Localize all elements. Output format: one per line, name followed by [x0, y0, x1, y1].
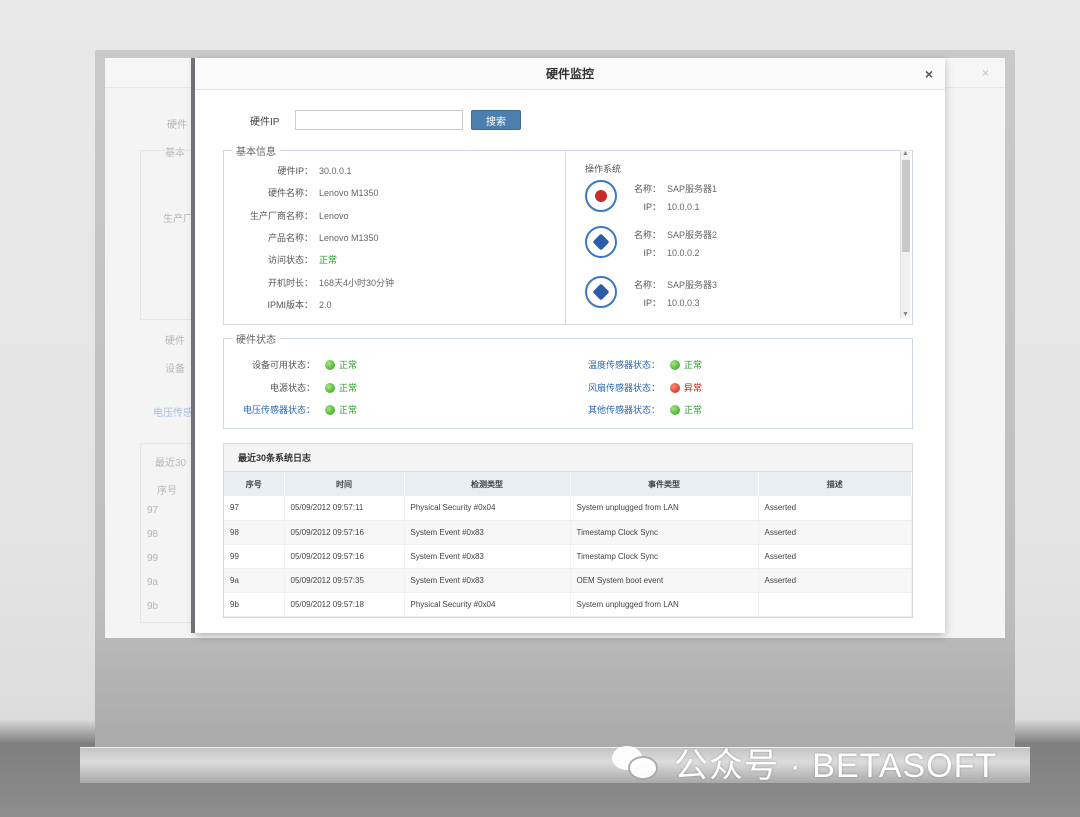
info-row-hardware-ip: 硬件IP： 30.0.0.1	[277, 166, 352, 176]
hardware-monitor-dialog: 硬件监控 × 硬件IP 搜索 基本信息 硬件IP： 30.0.0.1 硬件名称： L…	[195, 58, 945, 633]
status-power: 电源状态： 正常	[269, 382, 358, 393]
table-row[interactable]: 99 05/09/2012 09:57:16 System Event #0x83 T…	[224, 544, 912, 569]
status-voltage-sensor[interactable]: 电压传感器状态： 正常	[235, 403, 357, 416]
column-header[interactable]: 事件类型	[570, 472, 759, 496]
table-header-row: 序号 时间 检测类型 事件类型 描述	[224, 472, 912, 496]
search-row: 硬件IP 搜索	[250, 110, 521, 130]
basic-info-legend: 基本信息	[236, 147, 276, 158]
status-other-sensor[interactable]: 其他传感器状态： 正常	[580, 403, 702, 416]
status-error-icon	[670, 382, 680, 393]
scrollbar-thumb[interactable]	[902, 160, 910, 252]
info-row-vendor: 生产厂商名称： Lenovo	[249, 211, 349, 221]
os-list-item[interactable]: 名称： SAP服务器3 IP： 10.0.0.3	[585, 272, 735, 312]
info-row-hardware-name: 硬件名称： Lenovo M1350	[267, 188, 379, 198]
info-row-access-status: 访问状态： 正常	[267, 255, 338, 265]
column-header[interactable]: 描述	[758, 472, 912, 496]
background-fieldset	[140, 150, 200, 320]
wechat-icon	[612, 744, 660, 782]
redhat-icon	[585, 180, 617, 212]
windows-icon	[585, 226, 617, 258]
system-log-title: 最近30条系统日志	[224, 444, 912, 472]
table-row[interactable]: 97 05/09/2012 09:57:11 Physical Security #…	[224, 496, 912, 521]
dialog-title: 硬件监控	[545, 67, 594, 81]
info-row-uptime: 开机时长： 168天4小时30分钟	[267, 278, 395, 288]
search-button[interactable]: 搜索	[471, 110, 521, 130]
hardware-status-legend: 硬件状态	[236, 335, 276, 346]
background-label: 硬件	[165, 336, 185, 347]
scroll-down-icon[interactable]: ▼	[902, 311, 909, 318]
status-fan-sensor[interactable]: 风扇传感器状态： 异常	[580, 381, 702, 394]
status-ok-icon	[670, 359, 680, 370]
system-log-panel: 最近30条系统日志 序号 时间 检测类型 事件类型 描述 97 05/09/201…	[223, 443, 913, 618]
table-row[interactable]: 98 05/09/2012 09:57:16 System Event #0x83 T…	[224, 520, 912, 545]
status-ok-icon	[670, 404, 680, 415]
os-list-item[interactable]: 名称： SAP服务器2 IP： 10.0.0.2	[585, 222, 735, 262]
status-ok-icon	[325, 382, 335, 393]
close-icon[interactable]: ×	[925, 58, 933, 90]
status-temperature-sensor[interactable]: 温度传感器状态： 正常	[580, 358, 702, 371]
hardware-ip-input[interactable]	[295, 110, 463, 130]
dialog-header: 硬件监控 ×	[195, 58, 945, 90]
background-label: 硬件	[167, 120, 187, 131]
os-list-item[interactable]: 名称： SAP服务器1 IP： 10.0.0.1	[585, 176, 735, 216]
column-header[interactable]: 时间	[284, 472, 405, 496]
info-row-product: 产品名称： Lenovo M1350	[267, 233, 379, 243]
info-row-ipmi-version: IPMI版本： 2.0	[267, 300, 332, 310]
status-ok-icon	[325, 404, 335, 415]
watermark: 公众号 · BETASOFT	[612, 738, 997, 787]
watermark-text: 公众号 · BETASOFT	[674, 747, 998, 785]
background-table	[140, 443, 200, 623]
background-label: 电压传感	[153, 408, 193, 419]
os-list-scrollbar[interactable]: ▲ ▼	[900, 150, 910, 318]
os-section-title: 操作系统	[585, 164, 622, 174]
column-header[interactable]: 检测类型	[404, 472, 571, 496]
status-device-availability: 设备可用状态： 正常	[251, 359, 358, 370]
table-row[interactable]: 9a 05/09/2012 09:57:35 System Event #0x83 O…	[224, 568, 912, 593]
status-ok-icon	[325, 359, 335, 370]
column-header[interactable]: 序号	[224, 472, 285, 496]
basic-info-divider	[565, 150, 566, 325]
system-log-table: 序号 时间 检测类型 事件类型 描述 97 05/09/2012 09:57:11…	[224, 472, 912, 617]
search-label: 硬件IP	[250, 116, 280, 128]
table-row[interactable]: 9b 05/09/2012 09:57:18 Physical Security #…	[224, 592, 912, 617]
background-close-icon: ×	[981, 66, 989, 80]
background-label: 设备	[165, 364, 185, 375]
scroll-up-icon[interactable]: ▲	[902, 150, 909, 157]
windows-icon	[585, 276, 617, 308]
